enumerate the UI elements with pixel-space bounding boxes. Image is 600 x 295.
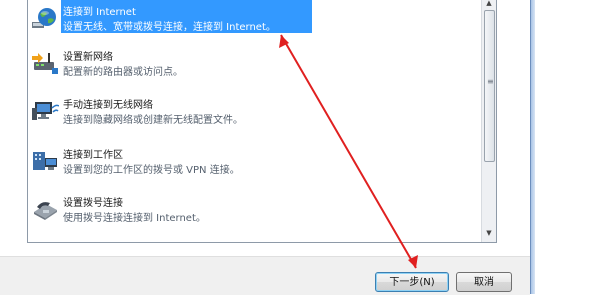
- dialup-phone-icon: [34, 202, 57, 220]
- dialog-content: 连接到 Internet 设置无线、宽带或拨号连接，连接到 Internet。 …: [0, 0, 530, 256]
- option-new-network[interactable]: 设置新网络 配置新的路由器或访问点。: [30, 45, 480, 81]
- option-title: 手动连接到无线网络: [63, 100, 153, 111]
- globe-network-icon: [32, 8, 56, 28]
- wireless-computer-icon: [32, 102, 59, 120]
- next-button[interactable]: 下一步(N): [375, 272, 449, 292]
- window-frame-edge: [530, 0, 600, 294]
- option-dialup-connection[interactable]: 设置拨号连接 使用拨号连接连接到 Internet。: [30, 191, 480, 227]
- cancel-button[interactable]: 取消: [456, 272, 512, 292]
- option-manual-wireless[interactable]: 手动连接到无线网络 连接到隐藏网络或创建新无线配置文件。: [30, 93, 480, 129]
- option-description: 使用拨号连接连接到 Internet。: [63, 213, 206, 224]
- vpn-workplace-icon: [33, 152, 57, 170]
- vertical-scrollbar[interactable]: ▲ ≡ ▼: [481, 0, 496, 242]
- option-title: 设置拨号连接: [63, 198, 123, 209]
- option-description: 设置无线、宽带或拨号连接，连接到 Internet。: [63, 22, 276, 33]
- option-connect-workplace[interactable]: 连接到工作区 设置到您的工作区的拨号或 VPN 连接。: [30, 143, 480, 179]
- scroll-down-arrow-icon[interactable]: ▼: [484, 228, 494, 238]
- connection-options-list[interactable]: 连接到 Internet 设置无线、宽带或拨号连接，连接到 Internet。 …: [27, 0, 497, 243]
- option-title: 连接到工作区: [63, 150, 123, 161]
- scroll-up-arrow-icon[interactable]: ▲: [484, 0, 494, 8]
- scroll-thumb[interactable]: ≡: [484, 10, 495, 162]
- option-description: 设置到您的工作区的拨号或 VPN 连接。: [63, 165, 240, 176]
- grip-lines-icon: ≡: [487, 77, 494, 86]
- option-description: 连接到隐藏网络或创建新无线配置文件。: [63, 115, 243, 126]
- router-icon: [32, 53, 58, 74]
- option-connect-internet[interactable]: 连接到 Internet 设置无线、宽带或拨号连接，连接到 Internet。: [30, 0, 480, 36]
- option-description: 配置新的路由器或访问点。: [63, 67, 183, 78]
- option-title: 设置新网络: [63, 52, 113, 63]
- button-bar: [0, 256, 530, 295]
- option-title: 连接到 Internet: [63, 7, 136, 18]
